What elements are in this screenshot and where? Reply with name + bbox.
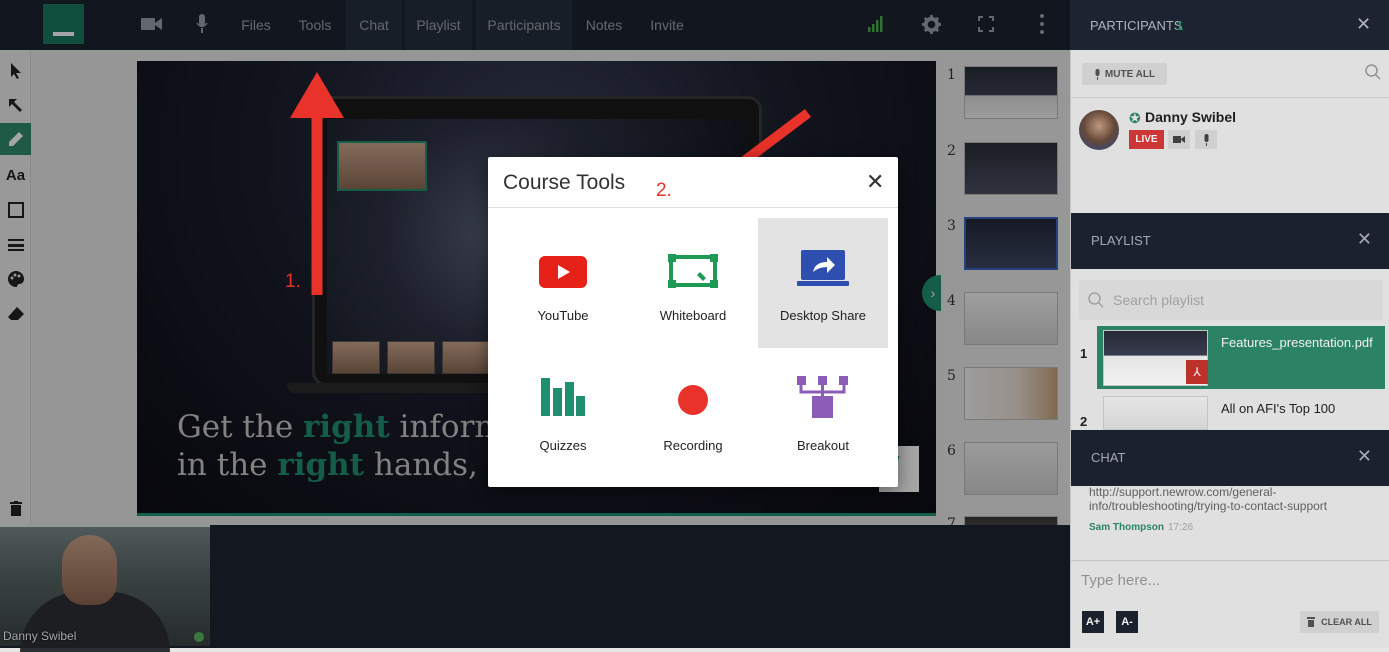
breakout-icon (797, 376, 848, 418)
step-2-label: 2. (656, 180, 672, 201)
quizzes-icon (541, 378, 585, 416)
youtube-icon (539, 256, 587, 288)
desktop-share-label: Desktop Share (780, 308, 866, 323)
desktop-share-tool-button[interactable]: Desktop Share (758, 218, 888, 348)
recording-label: Recording (663, 438, 723, 453)
youtube-tool-button[interactable]: YouTube (498, 218, 628, 348)
breakout-label: Breakout (796, 438, 850, 453)
whiteboard-tool-button[interactable]: Whiteboard (628, 218, 758, 348)
close-dialog-icon[interactable]: ✕ (866, 171, 884, 193)
step-1-label: 1. (285, 271, 301, 292)
course-tools-dialog: Course Tools ✕ YouTube Whiteboard Deskto… (488, 157, 898, 487)
recording-icon (678, 385, 708, 415)
quizzes-tool-button[interactable]: Quizzes (498, 348, 628, 478)
dialog-title: Course Tools (503, 171, 626, 194)
recording-tool-button[interactable]: Recording (628, 348, 758, 478)
whiteboard-icon (668, 254, 718, 288)
youtube-label: YouTube (537, 308, 589, 323)
breakout-tool-button[interactable]: Breakout (758, 348, 888, 478)
whiteboard-label: Whiteboard (659, 308, 727, 323)
quizzes-label: Quizzes (539, 438, 587, 453)
desktop-share-icon (797, 250, 849, 286)
